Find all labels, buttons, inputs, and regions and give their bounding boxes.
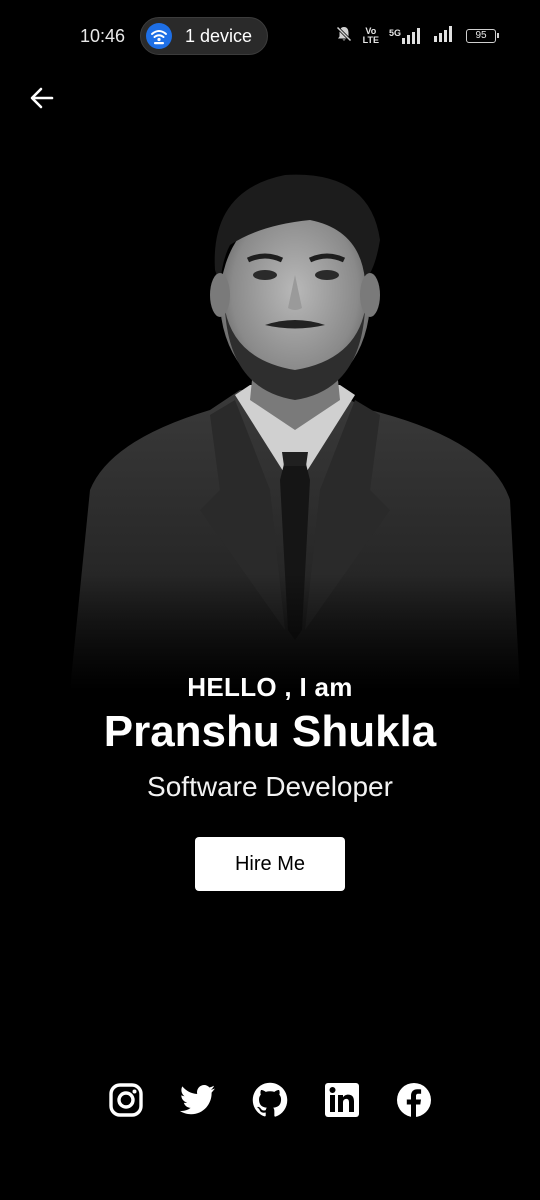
arrow-left-icon <box>30 87 54 109</box>
facebook-icon[interactable] <box>396 1080 432 1120</box>
status-time: 10:46 <box>80 26 126 46</box>
connected-devices-pill[interactable]: 1 device <box>140 17 268 55</box>
signal-icon <box>434 25 456 47</box>
github-icon[interactable] <box>252 1080 288 1120</box>
battery-icon: 95 <box>466 29 499 43</box>
status-icons: Vo LTE 5G 95 <box>335 24 499 48</box>
greeting-text: HELLO , I am <box>187 672 353 702</box>
hire-me-button[interactable]: Hire Me <box>195 837 345 891</box>
back-button[interactable] <box>24 80 60 116</box>
profile-photo <box>70 160 520 690</box>
twitter-icon[interactable] <box>180 1080 216 1120</box>
volte-indicator: Vo LTE <box>362 26 379 45</box>
social-links <box>0 1080 540 1120</box>
profile-role: Software Developer <box>147 771 393 802</box>
instagram-icon[interactable] <box>108 1080 144 1120</box>
profile-name: Pranshu Shukla <box>103 707 437 756</box>
status-bar: 10:46 1 device Vo LTE 5G 95 <box>0 0 540 72</box>
mute-bell-icon <box>335 25 353 48</box>
signal-5g-icon: 5G <box>389 28 424 44</box>
linkedin-icon[interactable] <box>324 1080 360 1120</box>
device-count-label: 1 device <box>185 26 253 46</box>
hotspot-icon <box>146 23 172 49</box>
hero-section: HELLO , I am Pranshu Shukla Software Dev… <box>0 672 540 803</box>
